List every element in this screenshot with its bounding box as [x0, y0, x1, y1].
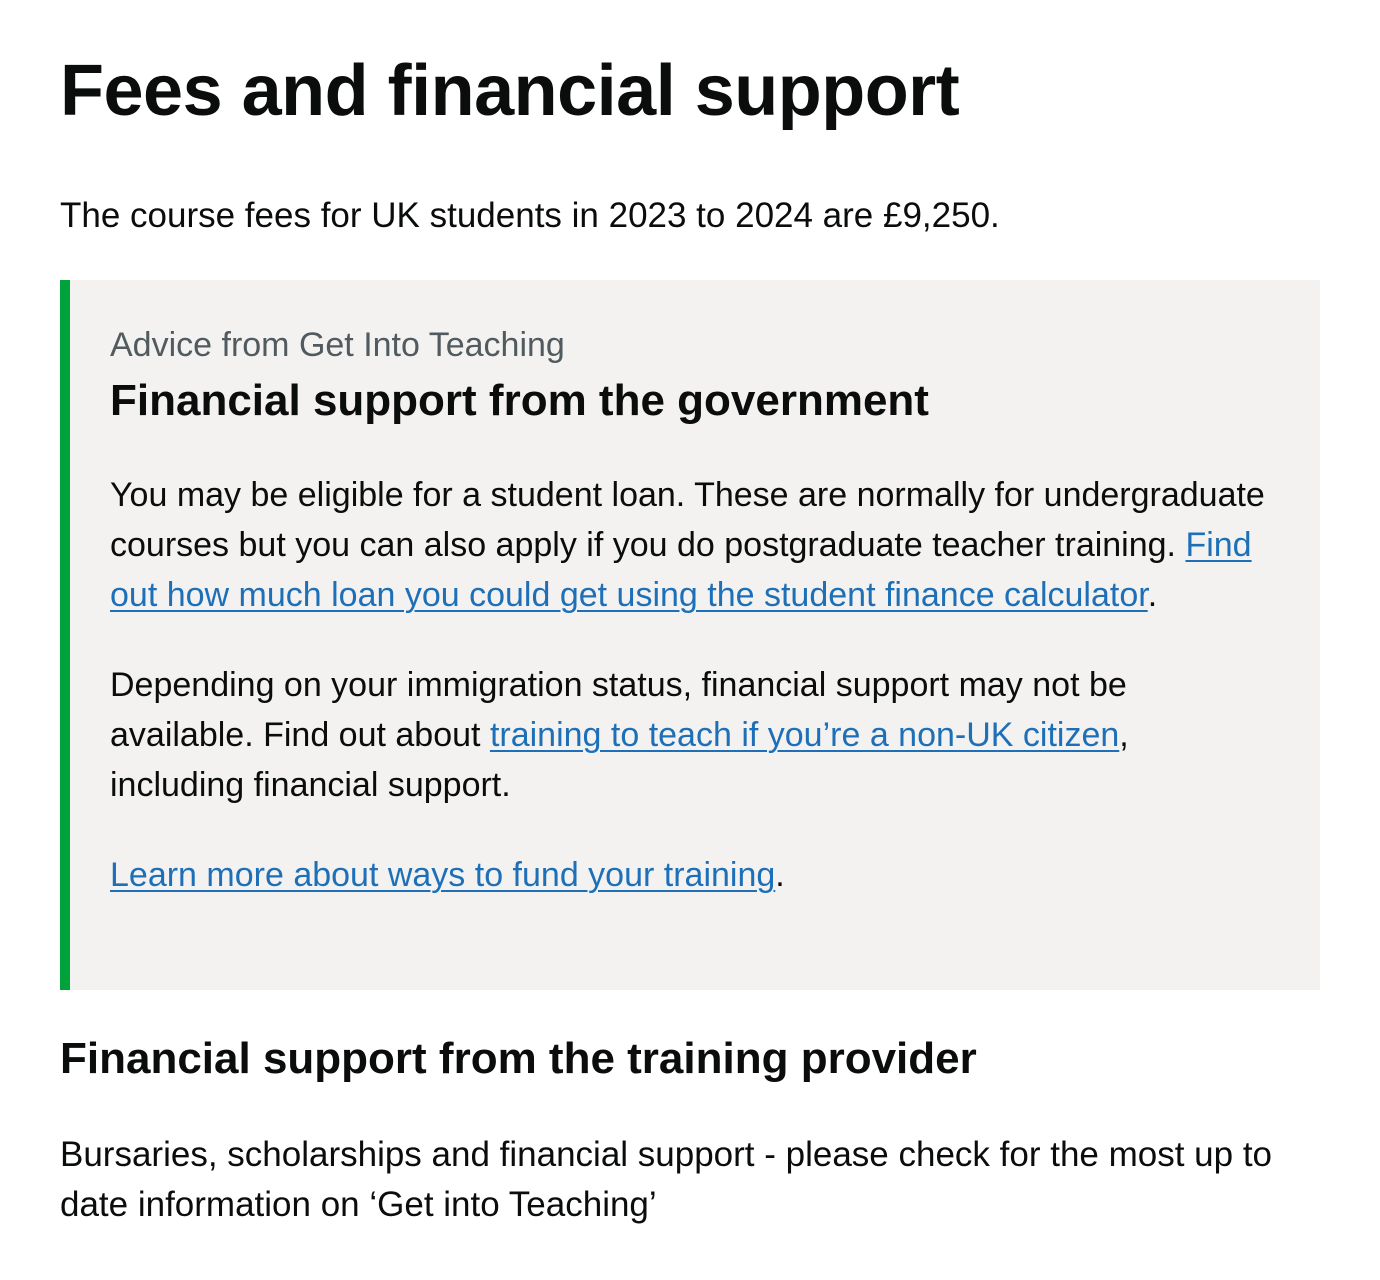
non-uk-citizen-link[interactable]: training to teach if you’re a non-UK cit…: [490, 716, 1119, 754]
advice-caption: Advice from Get Into Teaching: [110, 326, 565, 364]
student-loan-paragraph: You may be eligible for a student loan. …: [110, 470, 1270, 620]
student-loan-punctuation: .: [1147, 576, 1158, 614]
provider-support-heading: Financial support from the training prov…: [60, 1034, 977, 1083]
provider-support-text: Bursaries, scholarships and financial su…: [60, 1135, 1273, 1224]
fund-training-punctuation: .: [775, 856, 785, 894]
student-loan-text: You may be eligible for a student loan. …: [110, 476, 1265, 564]
page-content: Fees and financial support The course fe…: [0, 0, 1380, 1280]
course-fees-text: The course fees for UK students in 2023 …: [60, 196, 1000, 235]
fund-training-paragraph: Learn more about ways to fund your train…: [110, 850, 1280, 900]
page-title: Fees and financial support: [60, 51, 960, 131]
immigration-status-paragraph: Depending on your immigration status, fi…: [110, 660, 1270, 810]
advice-inset-panel: Advice from Get Into Teaching Financial …: [60, 280, 1320, 990]
fund-training-link[interactable]: Learn more about ways to fund your train…: [110, 856, 775, 894]
advice-heading: Financial support from the government: [110, 376, 929, 425]
